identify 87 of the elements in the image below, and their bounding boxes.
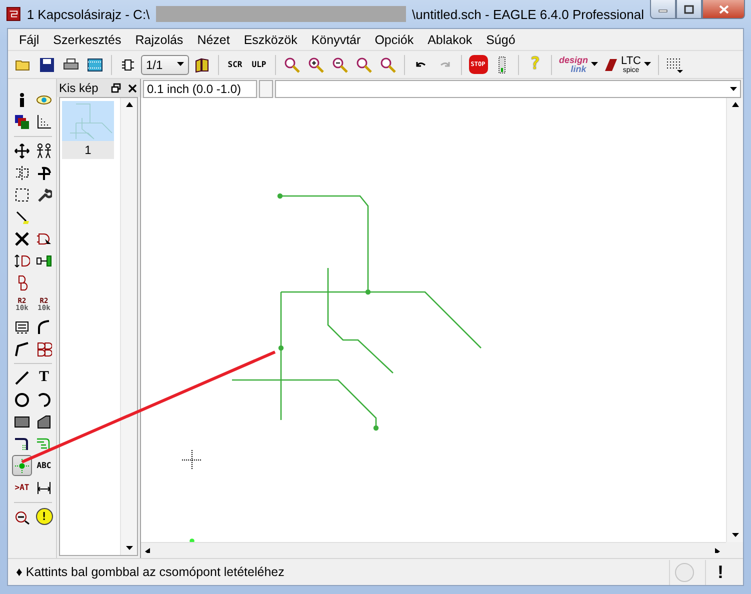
caret-icon xyxy=(591,62,598,67)
delete-cross-icon xyxy=(14,230,30,246)
menu-item[interactable]: Szerkesztés xyxy=(46,30,128,48)
menu-item[interactable]: Eszközök xyxy=(236,30,304,48)
mirror-icon xyxy=(14,164,30,180)
status-message: ♦ Kattints bal gombbal az csomópont letételéhez xyxy=(16,565,286,579)
angled-line-icon xyxy=(14,340,30,356)
hatched-polygon-icon xyxy=(36,414,52,430)
group-figures-icon xyxy=(36,142,52,158)
arc-icon xyxy=(36,392,52,408)
hatched-rectangle-icon xyxy=(14,414,30,430)
junction-dot xyxy=(277,193,283,199)
erc-probe-icon xyxy=(14,508,30,524)
close-icon xyxy=(718,4,728,14)
menu-item[interactable]: Fájl xyxy=(12,30,46,48)
alert-mark: ! xyxy=(718,563,724,581)
brush-icon xyxy=(14,208,30,224)
app-icon xyxy=(6,6,21,22)
zoom-select-icon xyxy=(356,56,372,72)
close-icon xyxy=(128,84,136,92)
caret-icon xyxy=(715,548,722,553)
junction-icon xyxy=(14,458,30,474)
split-icon xyxy=(14,318,30,334)
junction-dot xyxy=(373,425,379,431)
pin-swap-icon xyxy=(36,252,52,268)
command-input[interactable] xyxy=(275,80,741,98)
zoom-in-icon xyxy=(308,56,324,72)
dot-grid-icon xyxy=(666,56,684,72)
caret-icon xyxy=(126,102,132,107)
grid-axes-icon xyxy=(36,114,52,130)
caret-icon xyxy=(730,86,737,92)
books-icon xyxy=(194,56,210,72)
tool-button[interactable]: >AT xyxy=(12,477,32,498)
bus-icon xyxy=(14,436,30,452)
caret-icon xyxy=(126,546,132,551)
maximize-icon xyxy=(684,4,694,14)
caret-icon xyxy=(732,102,738,107)
miter-curve-icon xyxy=(36,318,52,334)
dotted-bar-icon xyxy=(497,56,507,74)
gate-cursor-icon xyxy=(36,230,52,246)
window-title: 1 Kapcsolásirajz - C:\ xyxy=(26,6,150,22)
caret-icon xyxy=(732,533,738,538)
dashed-rectangle-icon xyxy=(14,186,30,202)
move-arrows-icon xyxy=(14,142,30,158)
caret-icon xyxy=(177,62,184,67)
menu-item[interactable]: Opciók xyxy=(368,30,421,48)
crosshair-cursor xyxy=(182,450,202,470)
tool-button[interactable]: ABC xyxy=(34,455,54,476)
window-title: \untitled.sch - EAGLE 6.4.0 Professional xyxy=(412,6,644,22)
line-icon xyxy=(14,370,30,386)
restore-windows-icon xyxy=(111,83,121,93)
caret-icon xyxy=(644,62,651,67)
dimension-icon xyxy=(36,480,52,496)
ltc-logo-icon xyxy=(604,58,618,72)
menu-item[interactable]: Rajzolás xyxy=(128,30,190,48)
circle-icon xyxy=(14,392,30,408)
zoom-fit-icon xyxy=(284,56,300,72)
ulp-button[interactable]: ULP xyxy=(248,54,270,76)
page-select[interactable]: 1/1 xyxy=(141,54,189,74)
junction-dot xyxy=(365,289,371,295)
menu-item[interactable]: Súgó xyxy=(479,30,522,48)
menu-item[interactable]: Ablakok xyxy=(420,30,480,48)
gate-swap-icon xyxy=(14,252,30,268)
layers-icon xyxy=(14,114,30,130)
status-indicator xyxy=(675,562,694,582)
gate-pair-icon xyxy=(36,340,52,356)
junction-dot xyxy=(278,345,284,351)
design-link-button[interactable]: design link xyxy=(557,54,600,76)
script-button[interactable]: SCR xyxy=(224,54,246,76)
printer-icon xyxy=(63,56,79,72)
maximize-button[interactable] xyxy=(676,0,702,19)
coordinate-display: 0.1 inch (0.0 -1.0) xyxy=(143,80,257,98)
menu-item[interactable]: Nézet xyxy=(190,30,237,48)
page-thumbnail[interactable]: 1 xyxy=(62,101,114,159)
panel-title: Kis kép xyxy=(59,81,100,95)
net-icon xyxy=(36,436,52,452)
tool-button[interactable]: T xyxy=(34,367,54,388)
wrench-icon xyxy=(36,186,52,202)
chip-icon xyxy=(120,56,136,72)
menu-item[interactable]: Könyvtár xyxy=(304,30,368,48)
undock-button[interactable] xyxy=(110,81,122,95)
film-strip-icon xyxy=(87,56,103,72)
caret-icon xyxy=(145,548,152,553)
rotate-icon xyxy=(36,164,52,180)
zoom-out-icon xyxy=(332,56,348,72)
zoom-redraw-icon xyxy=(380,56,396,72)
status-field xyxy=(259,80,273,98)
